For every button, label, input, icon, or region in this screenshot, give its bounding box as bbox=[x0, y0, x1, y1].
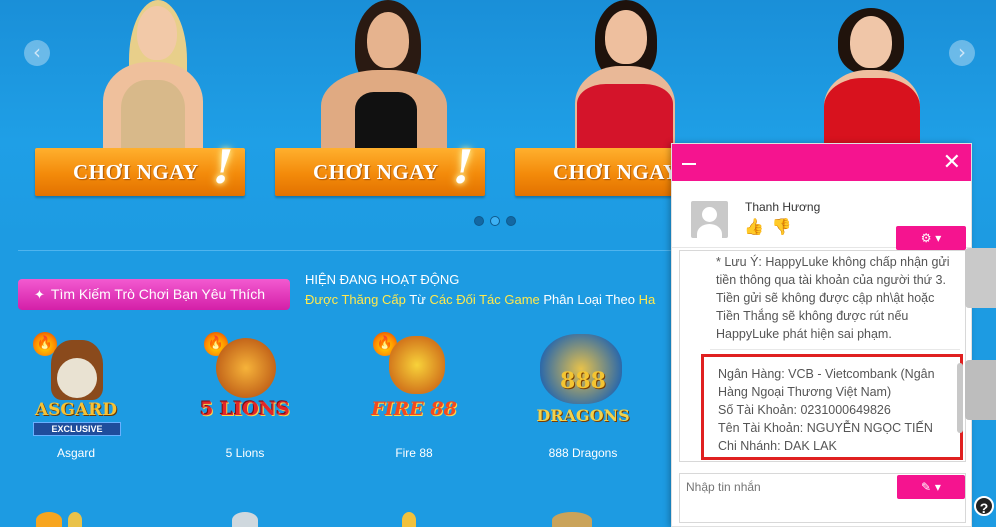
carousel-dot-active[interactable] bbox=[490, 216, 500, 226]
game-tile-peek bbox=[68, 512, 82, 527]
model-image-1 bbox=[95, 0, 215, 150]
game-name: Asgard bbox=[56, 446, 96, 460]
model-image-2 bbox=[315, 0, 455, 150]
carousel-next-icon[interactable]: › bbox=[949, 40, 975, 66]
play-now-button-1[interactable]: CHƠI NGAY ! bbox=[35, 140, 245, 196]
thumbs-up-icon[interactable]: 👍 bbox=[744, 217, 764, 236]
settings-button[interactable]: ⚙ ▾ bbox=[896, 226, 966, 250]
carousel-dots bbox=[474, 213, 522, 231]
close-icon[interactable]: ✕ bbox=[943, 150, 961, 175]
carousel-dot[interactable] bbox=[474, 216, 484, 226]
divider bbox=[710, 349, 960, 350]
search-games-label: Tìm Kiếm Trò Chơi Bạn Yêu Thích bbox=[50, 286, 265, 302]
game-tile-peek bbox=[36, 512, 62, 527]
game-name: 5 Lions bbox=[225, 446, 265, 460]
active-now-title: HIỆN ĐANG HOẠT ĐỘNG bbox=[305, 272, 460, 287]
exclusive-badge: EXCLUSIVE bbox=[33, 422, 121, 436]
live-chat-window: ✕ Thanh Hương 👍 👎 ⚙ ▾ * Lưu Ý: HappyLuke … bbox=[671, 143, 972, 527]
filter-subtitle: Được Thăng Cấp Từ Các Đối Tác Game Phân … bbox=[305, 292, 655, 307]
game-name: Fire 88 bbox=[395, 446, 433, 460]
scrollbar-thumb[interactable] bbox=[957, 363, 963, 433]
avatar bbox=[691, 201, 728, 238]
play-now-label: CHƠI NGAY bbox=[313, 160, 439, 184]
magic-wand-icon: ✦ bbox=[34, 288, 45, 303]
carousel-dot[interactable] bbox=[506, 216, 516, 226]
game-tile-peek bbox=[552, 512, 592, 527]
agent-name: Thanh Hương bbox=[745, 200, 821, 214]
filter-partners[interactable]: Các Đối Tác Game bbox=[429, 292, 539, 307]
game-logo: 🔥 5 LIONS bbox=[180, 330, 310, 440]
exclamation-icon: ! bbox=[453, 140, 474, 194]
lion-face bbox=[216, 338, 276, 398]
fire-88-logo-text: FIRE 88 bbox=[371, 398, 457, 420]
game-tile-fire-88[interactable]: 🔥 FIRE 88 Fire 88 bbox=[349, 330, 479, 460]
game-tile-888-dragons[interactable]: 888 DRAGONS 888 Dragons bbox=[518, 330, 648, 460]
rating-controls: 👍 👎 bbox=[744, 217, 800, 236]
5-lions-logo-text: 5 LIONS bbox=[200, 398, 290, 420]
game-tile-peek bbox=[232, 512, 258, 527]
play-now-button-2[interactable]: CHƠI NGAY ! bbox=[275, 140, 485, 196]
filter-text: Từ bbox=[405, 292, 430, 307]
filter-category[interactable]: Ha bbox=[639, 292, 656, 307]
help-icon[interactable]: ? bbox=[974, 496, 994, 516]
minimize-icon[interactable] bbox=[682, 163, 696, 165]
exclamation-icon: ! bbox=[213, 140, 234, 194]
game-logo: 🔥 FIRE 88 bbox=[349, 330, 479, 440]
chat-messages: * Lưu Ý: HappyLuke không chấp nhận gửi t… bbox=[679, 250, 966, 462]
message-input[interactable] bbox=[686, 480, 886, 494]
game-logo: 888 DRAGONS bbox=[518, 330, 648, 440]
side-tab[interactable] bbox=[965, 360, 996, 420]
highlight-box bbox=[701, 354, 963, 460]
asgard-logo-text: ASGARD bbox=[34, 400, 118, 420]
game-tile-5-lions[interactable]: 🔥 5 LIONS 5 Lions bbox=[180, 330, 310, 460]
search-games-button[interactable]: ✦ Tìm Kiếm Trò Chơi Bạn Yêu Thích bbox=[18, 279, 290, 310]
filter-text: Phân Loại Theo bbox=[539, 292, 639, 307]
game-tile-asgard[interactable]: 🔥 ASGARD EXCLUSIVE Asgard bbox=[11, 330, 141, 460]
agent-info: Thanh Hương 👍 👎 ⚙ ▾ bbox=[672, 181, 971, 250]
888-dragons-logo-text: DRAGONS bbox=[536, 406, 630, 425]
game-name: 888 Dragons bbox=[548, 446, 618, 460]
compose-options-button[interactable]: ✎ ▾ bbox=[897, 475, 965, 499]
game-logo: 🔥 ASGARD EXCLUSIVE bbox=[11, 330, 141, 440]
dragon-head bbox=[389, 336, 445, 394]
888-text: 888 bbox=[560, 368, 606, 394]
scrollbar[interactable] bbox=[957, 253, 963, 459]
thumbs-down-icon[interactable]: 👎 bbox=[772, 217, 792, 236]
chat-message-notice: * Lưu Ý: HappyLuke không chấp nhận gửi t… bbox=[716, 255, 950, 341]
side-tab[interactable] bbox=[965, 248, 996, 308]
asgard-beard bbox=[57, 358, 97, 398]
model-image-3 bbox=[565, 0, 685, 150]
chat-header: ✕ bbox=[672, 144, 971, 181]
model-image-4 bbox=[810, 0, 930, 150]
play-now-label: CHƠI NGAY bbox=[73, 160, 199, 184]
carousel-prev-icon[interactable]: ‹ bbox=[24, 40, 50, 66]
play-now-label: CHƠI NGAY bbox=[553, 160, 679, 184]
game-tile-peek bbox=[402, 512, 416, 527]
filter-promoted[interactable]: Được Thăng Cấp bbox=[305, 292, 406, 307]
